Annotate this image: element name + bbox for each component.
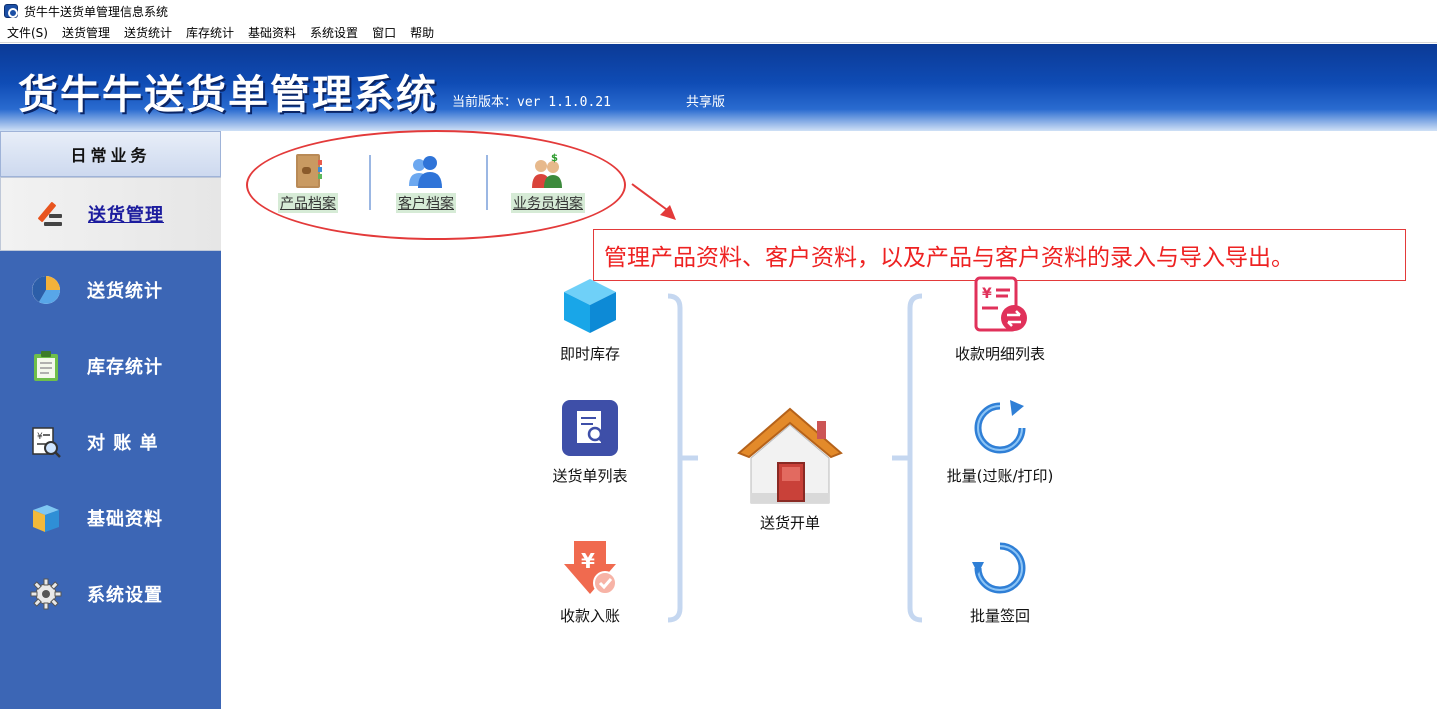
pen-icon bbox=[30, 197, 64, 231]
receipt-entry-label: 收款入账 bbox=[559, 607, 620, 625]
menu-inventory-stats[interactable]: 库存统计 bbox=[186, 24, 234, 41]
svg-text:¥: ¥ bbox=[37, 432, 43, 442]
sidebar-header: 日常业务 bbox=[0, 131, 221, 177]
highlight-ellipse bbox=[246, 130, 626, 240]
gear-icon bbox=[29, 577, 63, 611]
sidebar-item-delivery-management[interactable]: 送货管理 bbox=[0, 177, 221, 251]
batch-signback-label: 批量签回 bbox=[969, 607, 1030, 625]
refresh-icon bbox=[930, 398, 1070, 461]
sidebar-item-system-settings[interactable]: 系统设置 bbox=[0, 557, 221, 631]
callout-box: 管理产品资料、客户资料，以及产品与客户资料的录入与导入导出。 bbox=[593, 229, 1406, 281]
svg-text:¥: ¥ bbox=[581, 549, 595, 573]
delivery-list-button[interactable]: 送货单列表 bbox=[540, 398, 640, 486]
version-text: 当前版本：ver 1.1.0.21 bbox=[452, 95, 611, 110]
document-search-icon bbox=[540, 398, 640, 461]
receipt-detail-button[interactable]: ¥ 收款明细列表 bbox=[940, 276, 1060, 364]
sidebar-item-label: 库存统计 bbox=[87, 357, 163, 378]
new-delivery-button[interactable]: 送货开单 bbox=[730, 405, 850, 533]
title-bar: 货牛牛送货单管理信息系统 bbox=[0, 0, 1437, 22]
box-icon bbox=[29, 501, 63, 535]
pie-chart-icon bbox=[29, 273, 63, 307]
menu-file[interactable]: 文件(S) bbox=[7, 24, 48, 41]
batch-post-print-label: 批量(过账/打印) bbox=[946, 467, 1054, 485]
sidebar-item-label: 基础资料 bbox=[87, 509, 163, 530]
sidebar-item-statement[interactable]: ¥ 对 账 单 bbox=[0, 405, 221, 479]
menu-window[interactable]: 窗口 bbox=[372, 24, 396, 41]
receipt-entry-button[interactable]: ¥ 收款入账 bbox=[540, 538, 640, 626]
instant-stock-label: 即时库存 bbox=[559, 345, 620, 363]
callout-arrow-icon bbox=[631, 183, 676, 220]
clipboard-icon bbox=[29, 349, 63, 383]
menu-delivery-management[interactable]: 送货管理 bbox=[62, 24, 110, 41]
receipt-detail-label: 收款明细列表 bbox=[954, 345, 1045, 363]
batch-signback-button[interactable]: 批量签回 bbox=[940, 538, 1060, 626]
window-title: 货牛牛送货单管理信息系统 bbox=[24, 4, 169, 19]
system-title: 货牛牛送货单管理系统 bbox=[18, 71, 438, 118]
batch-post-print-button[interactable]: 批量(过账/打印) bbox=[930, 398, 1070, 486]
sidebar-item-label: 送货统计 bbox=[87, 281, 163, 302]
menu-system-settings[interactable]: 系统设置 bbox=[310, 24, 358, 41]
sidebar-item-label: 送货管理 bbox=[88, 205, 164, 226]
undo-circle-icon bbox=[940, 538, 1060, 601]
house-icon bbox=[730, 405, 850, 508]
receipt-exchange-icon: ¥ bbox=[940, 276, 1060, 339]
cube-icon bbox=[540, 276, 640, 339]
header-banner: 货牛牛送货单管理系统 当前版本：ver 1.1.0.21 共享版 bbox=[0, 44, 1437, 131]
sidebar-item-delivery-stats[interactable]: 送货统计 bbox=[0, 253, 221, 327]
right-bracket bbox=[892, 293, 923, 623]
sidebar: 日常业务 送货管理 送货统计 库存统计 ¥ 对 账 单 基础资料 系统设置 bbox=[0, 131, 221, 709]
menu-help[interactable]: 帮助 bbox=[410, 24, 434, 41]
menu-bar: 文件(S) 送货管理 送货统计 库存统计 基础资料 系统设置 窗口 帮助 bbox=[0, 22, 1437, 43]
menu-delivery-stats[interactable]: 送货统计 bbox=[124, 24, 172, 41]
sidebar-item-label: 对 账 单 bbox=[87, 433, 159, 454]
sidebar-item-inventory-stats[interactable]: 库存统计 bbox=[0, 329, 221, 403]
left-bracket bbox=[667, 293, 698, 623]
money-download-icon: ¥ bbox=[540, 538, 640, 601]
svg-text:¥: ¥ bbox=[982, 286, 992, 302]
menu-basic-data[interactable]: 基础资料 bbox=[248, 24, 296, 41]
sidebar-item-label: 系统设置 bbox=[87, 585, 163, 606]
statement-search-icon: ¥ bbox=[29, 425, 63, 459]
edition-text: 共享版 bbox=[686, 95, 726, 110]
instant-stock-button[interactable]: 即时库存 bbox=[540, 276, 640, 364]
new-delivery-label: 送货开单 bbox=[759, 514, 820, 532]
sidebar-item-basic-data[interactable]: 基础资料 bbox=[0, 481, 221, 555]
app-icon bbox=[4, 4, 18, 18]
delivery-list-label: 送货单列表 bbox=[552, 467, 628, 485]
